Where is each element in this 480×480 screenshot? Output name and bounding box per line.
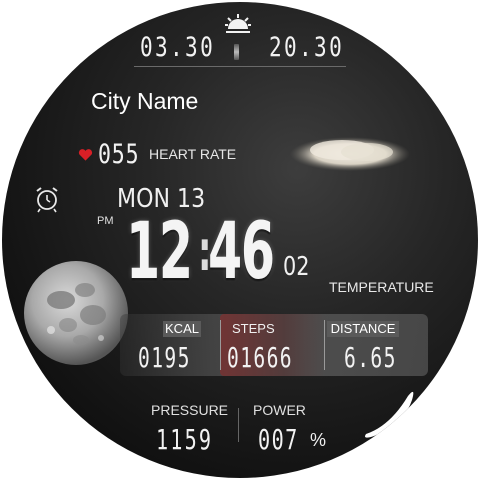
stats-divider	[324, 320, 325, 370]
cloud-icon[interactable]	[287, 130, 413, 174]
power-unit: %	[310, 430, 327, 450]
sun-divider	[234, 44, 239, 60]
time-hours: 12	[126, 207, 193, 297]
sunrise-sunset-icon	[225, 14, 251, 33]
sunrise-time: 03.30	[140, 32, 216, 63]
temperature-label[interactable]: TEMPERATURE	[329, 279, 434, 295]
top-divider-line	[134, 66, 346, 67]
steps-value[interactable]: 01666	[227, 341, 293, 374]
power-label: POWER	[253, 402, 306, 418]
time-seconds: 02	[283, 252, 310, 282]
heart-icon	[78, 149, 93, 161]
sunset-time: 20.30	[269, 32, 345, 63]
kcal-value[interactable]: 0195	[138, 341, 191, 374]
stats-divider	[220, 320, 221, 370]
glass-reflection	[365, 391, 414, 438]
steps-label: STEPS	[232, 321, 275, 336]
heart-rate-value[interactable]: 055	[98, 139, 139, 170]
time-minutes: 46	[208, 207, 275, 297]
city-name[interactable]: City Name	[91, 88, 198, 115]
am-pm-indicator: PM	[97, 215, 114, 227]
heart-rate-label: HEART RATE	[149, 146, 237, 162]
watch-face: 03.30 20.30 City Name 055 HEART RATE MON…	[2, 2, 478, 478]
pressure-label: PRESSURE	[151, 402, 229, 418]
distance-label: DISTANCE	[327, 321, 399, 337]
power-value[interactable]: 007	[258, 423, 299, 456]
moon-phase-icon[interactable]	[23, 260, 129, 366]
pressure-value[interactable]: 1159	[156, 423, 213, 456]
kcal-label: KCAL	[163, 321, 201, 337]
bottom-divider	[238, 408, 239, 442]
alarm-clock-icon[interactable]	[34, 185, 60, 213]
distance-value[interactable]: 6.65	[344, 341, 397, 374]
